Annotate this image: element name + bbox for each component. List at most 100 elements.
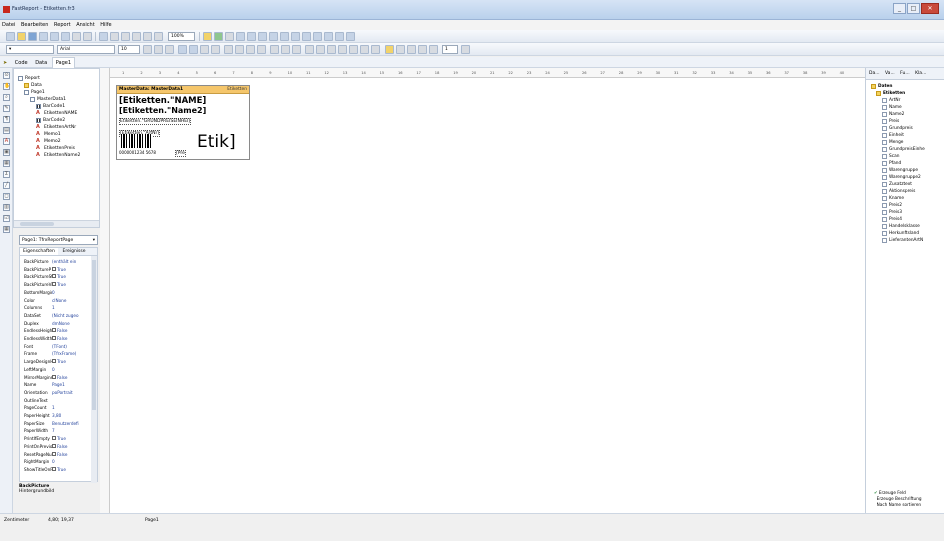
property-value[interactable]: dmNone	[52, 321, 92, 326]
format-painter-icon[interactable]: ¶	[3, 116, 10, 123]
checkbox-icon[interactable]	[52, 374, 56, 379]
property-row[interactable]: ResetPageNu False	[24, 451, 92, 457]
copy-icon[interactable]	[121, 32, 130, 41]
checkbox-icon[interactable]	[52, 443, 56, 448]
data-field-item[interactable]: Preis	[882, 119, 899, 124]
more-objects-icon[interactable]: ▦	[3, 226, 10, 233]
checkbox-icon[interactable]	[52, 451, 56, 456]
property-value[interactable]: (TFont)	[52, 344, 92, 349]
property-value[interactable]: (TfrxFrame)	[52, 351, 92, 356]
maximize-button[interactable]: □	[907, 3, 920, 14]
data-field-item[interactable]: Name	[882, 105, 902, 110]
property-value[interactable]: False	[52, 328, 92, 333]
underline-icon[interactable]	[165, 45, 174, 54]
space-horz-icon[interactable]	[302, 32, 311, 41]
frame-all-icon[interactable]	[349, 45, 358, 54]
pointer-icon[interactable]: ➤	[0, 58, 10, 68]
new-page-icon[interactable]	[50, 32, 59, 41]
property-value[interactable]: True	[52, 282, 92, 287]
dataset-etiketten[interactable]: Etiketten	[876, 91, 905, 96]
center-vert-icon[interactable]	[335, 32, 344, 41]
frame-width-icon[interactable]	[429, 45, 438, 54]
data-field-item[interactable]: Name2	[882, 112, 904, 117]
property-row[interactable]: BottomMargin 0	[24, 290, 92, 295]
menu-datei[interactable]: Datei	[0, 20, 17, 28]
data-field-item[interactable]: Kname	[882, 196, 904, 201]
property-value[interactable]: 3,80	[52, 413, 92, 418]
menu-hilfe[interactable]: Hilfe	[98, 20, 113, 28]
data-field-item[interactable]: Grundpreis	[882, 126, 913, 131]
data-field-item[interactable]: Aktionspreis	[882, 189, 915, 194]
property-value[interactable]: Benutzerdefi	[52, 421, 92, 426]
valign-center-icon[interactable]	[281, 45, 290, 54]
bold-icon[interactable]	[143, 45, 152, 54]
checkbox-object-icon[interactable]: ☑	[3, 215, 10, 222]
option-create-caption[interactable]: Erzeuge Beschriftung	[874, 496, 922, 501]
undo-icon[interactable]	[143, 32, 152, 41]
field-name2[interactable]: [Etiketten."Name2]	[119, 106, 206, 115]
center-horz-icon[interactable]	[324, 32, 333, 41]
new-dialog-icon[interactable]	[61, 32, 70, 41]
bands-icon[interactable]	[225, 32, 234, 41]
valign-top-icon[interactable]	[270, 45, 279, 54]
shadow-icon[interactable]	[371, 45, 380, 54]
frame-none-icon[interactable]	[360, 45, 369, 54]
data-field-item[interactable]: LieferantenArtN	[882, 238, 923, 243]
frame-width-combo[interactable]: 1	[442, 45, 458, 54]
fill-color-icon[interactable]	[385, 45, 394, 54]
property-value[interactable]: 0	[52, 459, 92, 464]
tab-data[interactable]: Data	[32, 58, 50, 68]
checkbox-icon[interactable]	[52, 436, 56, 441]
open-icon[interactable]	[17, 32, 26, 41]
property-value[interactable]: True	[52, 466, 92, 472]
data-field-item[interactable]: GrundpreisEinhe	[882, 147, 925, 152]
data-field-item[interactable]: Preis2	[882, 203, 902, 208]
align-middle-icon[interactable]	[280, 32, 289, 41]
tree-node[interactable]: BarCode2	[36, 118, 65, 123]
tab-page1[interactable]: Page1	[51, 57, 76, 68]
property-row[interactable]: Font (TFont)	[24, 344, 92, 349]
property-value[interactable]: True	[52, 436, 92, 441]
checkbox-icon[interactable]	[52, 336, 56, 340]
font-size-combo[interactable]: 10	[118, 45, 140, 54]
save-icon[interactable]	[28, 32, 37, 41]
style-combo[interactable]: ▾	[6, 45, 54, 54]
property-value[interactable]: True	[52, 359, 92, 364]
option-sort-by-name[interactable]: Nach Name sortieren	[874, 502, 921, 507]
tab-classes[interactable]: Kla...	[915, 71, 926, 76]
field-preis[interactable]: [Pre	[175, 150, 186, 157]
data-field-item[interactable]: Preis4	[882, 217, 902, 222]
data-field-item[interactable]: Pfand	[882, 161, 901, 166]
property-row[interactable]: MirrorMargins False	[24, 374, 92, 380]
font-name-combo[interactable]: Arial	[57, 45, 115, 54]
property-value[interactable]: 1	[52, 305, 92, 310]
tree-node[interactable]: A EtikettenArtNr	[36, 125, 76, 131]
property-value[interactable]: False	[52, 443, 92, 449]
field-name[interactable]: [Etiketten."NAME]	[119, 96, 206, 106]
same-width-icon[interactable]	[346, 32, 355, 41]
property-value[interactable]: poPortrait	[52, 390, 92, 395]
minimize-button[interactable]: _	[893, 3, 906, 14]
property-value[interactable]: 0	[52, 290, 92, 295]
subreport-icon[interactable]: ▦	[3, 160, 10, 167]
property-row[interactable]: EndlessWidth False	[24, 336, 92, 341]
menu-report[interactable]: Report	[52, 20, 73, 28]
menu-ansicht[interactable]: Ansicht	[74, 20, 96, 28]
paste-icon[interactable]	[132, 32, 141, 41]
grid-icon[interactable]	[203, 32, 212, 41]
property-row[interactable]: DataSet (Nicht zugeo	[24, 313, 92, 318]
checkbox-icon[interactable]	[52, 274, 56, 279]
chart-object-icon[interactable]: ▥	[3, 204, 10, 211]
data-field-item[interactable]: Einheit	[882, 133, 904, 138]
property-row[interactable]: OutlineText	[24, 398, 92, 403]
align-top-icon[interactable]	[269, 32, 278, 41]
tab-variables[interactable]: Va...	[885, 71, 895, 76]
picture-object-icon[interactable]: ▣	[3, 149, 10, 156]
align-bottom-icon[interactable]	[291, 32, 300, 41]
rotation-icon[interactable]	[211, 45, 220, 54]
text-align-center-icon[interactable]	[235, 45, 244, 54]
tab-events[interactable]: Ereignisse	[59, 248, 88, 255]
delete-page-icon[interactable]	[72, 32, 81, 41]
tab-data-tree[interactable]: Da...	[869, 71, 880, 76]
tab-functions[interactable]: Fu...	[900, 71, 910, 76]
